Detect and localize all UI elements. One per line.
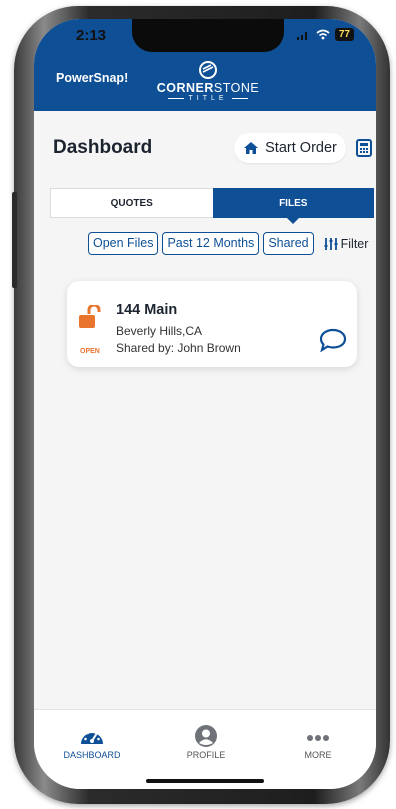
- filter-sliders-icon: [324, 237, 338, 250]
- home-icon: [244, 142, 259, 154]
- file-card[interactable]: OPEN 144 Main Beverly Hills,CA Shared by…: [67, 281, 357, 367]
- bottom-nav: DASHBOARD PROFILE MORE: [34, 709, 376, 789]
- nav-profile-label: PROFILE: [186, 750, 226, 760]
- segmented-tabs: QUOTES FILES: [50, 188, 374, 224]
- more-dots-icon: [307, 735, 329, 741]
- filter-button[interactable]: Filter: [324, 236, 369, 251]
- status-icons: 77: [296, 28, 354, 41]
- unlocked-padlock-icon: [79, 305, 101, 328]
- app-header: 2:13 77 PowerSnap! CORNERSTONE TITLE: [34, 19, 376, 111]
- home-indicator[interactable]: [146, 779, 264, 783]
- app-name: PowerSnap!: [56, 71, 129, 85]
- speedometer-icon: [81, 729, 103, 744]
- logo-text-bold: CORNER: [156, 81, 214, 95]
- app-screen: 2:13 77 PowerSnap! CORNERSTONE TITLE Das…: [34, 19, 376, 789]
- nav-dashboard[interactable]: DASHBOARD: [52, 724, 132, 760]
- tab-files[interactable]: FILES: [212, 188, 374, 224]
- logo-text-light: STONE: [213, 81, 260, 95]
- page-title: Dashboard: [53, 137, 153, 158]
- calculator-icon[interactable]: [356, 139, 372, 157]
- wifi-icon: [316, 29, 330, 40]
- tab-quotes[interactable]: QUOTES: [50, 188, 213, 218]
- cornerstone-logo: CORNERSTONE TITLE: [154, 60, 262, 102]
- file-location: Beverly Hills,CA: [116, 324, 203, 338]
- logo-mark-icon: [199, 61, 217, 79]
- status-time: 2:13: [76, 27, 107, 44]
- chip-shared[interactable]: Shared: [263, 232, 314, 255]
- person-icon: [195, 725, 217, 747]
- chip-past-12-months[interactable]: Past 12 Months: [162, 232, 260, 255]
- chat-bubble-icon[interactable]: [319, 328, 347, 352]
- start-order-label: Start Order: [265, 140, 337, 156]
- volume-button: [12, 192, 17, 288]
- file-shared-by: Shared by: John Brown: [116, 341, 241, 355]
- nav-more[interactable]: MORE: [278, 724, 358, 760]
- logo-subtitle: TITLE: [154, 95, 262, 102]
- nav-profile[interactable]: PROFILE: [166, 724, 246, 760]
- file-status: OPEN: [80, 348, 100, 355]
- filter-bar: Open Files Past 12 Months Shared Filter: [88, 232, 368, 255]
- nav-more-label: MORE: [304, 750, 332, 760]
- start-order-button[interactable]: Start Order: [234, 133, 346, 163]
- chip-open-files[interactable]: Open Files: [88, 232, 159, 255]
- file-title: 144 Main: [116, 302, 178, 318]
- filter-label: Filter: [340, 236, 369, 251]
- signal-icon: [296, 31, 307, 40]
- phone-notch: [132, 19, 284, 52]
- nav-dashboard-label: DASHBOARD: [63, 750, 121, 760]
- battery-indicator: 77: [334, 28, 354, 41]
